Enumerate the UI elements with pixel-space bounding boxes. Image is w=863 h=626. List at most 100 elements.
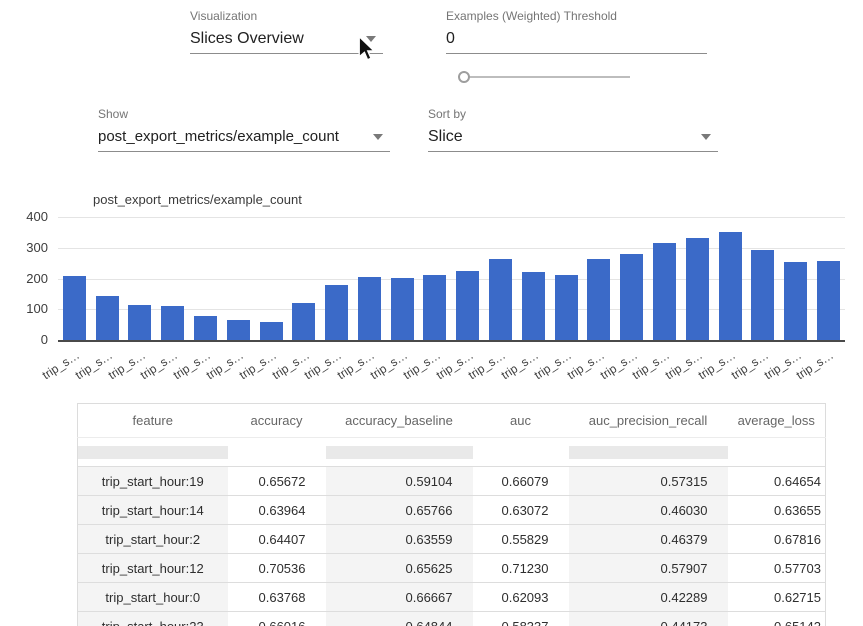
feature-cell: trip_start_hour:14 [78, 496, 228, 525]
chart-x-axis-labels: trip_s…trip_s…trip_s…trip_s…trip_s…trip_… [58, 345, 845, 393]
threshold-field: Examples (Weighted) Threshold 0 [446, 8, 707, 54]
y-tick-label: 200 [0, 271, 48, 287]
visualization-field: Visualization Slices Overview [190, 8, 383, 54]
column-header[interactable]: accuracy_baseline [326, 404, 473, 438]
threshold-slider[interactable] [464, 76, 630, 78]
y-tick-label: 300 [0, 240, 48, 256]
metric-cell: 0.57703 [728, 554, 826, 583]
show-label: Show [98, 106, 390, 122]
chevron-down-icon[interactable] [701, 134, 711, 140]
bar-chart [58, 217, 845, 340]
metric-cell: 0.63559 [326, 525, 473, 554]
bar[interactable] [194, 316, 217, 340]
sort-select[interactable]: Slice [428, 122, 718, 152]
table-row[interactable]: trip_start_hour:00.637680.666670.620930.… [78, 583, 826, 612]
metric-cell: 0.64654 [728, 467, 826, 496]
bar[interactable] [358, 277, 381, 340]
bar[interactable] [260, 322, 283, 340]
bar[interactable] [161, 306, 184, 340]
bar[interactable] [423, 275, 446, 340]
metric-cell: 0.62093 [473, 583, 569, 612]
metrics-table-wrap: featureaccuracyaccuracy_baselineaucauc_p… [77, 403, 825, 626]
metric-cell: 0.66016 [228, 612, 326, 626]
slicing-metrics-browser: Visualization Slices Overview Examples (… [0, 0, 863, 626]
bar[interactable] [128, 305, 151, 340]
bar[interactable] [391, 278, 414, 340]
show-select[interactable]: post_export_metrics/example_count [98, 122, 390, 152]
filter-cell [228, 438, 326, 467]
metric-cell: 0.55829 [473, 525, 569, 554]
metric-cell: 0.64844 [326, 612, 473, 626]
table-header-row: featureaccuracyaccuracy_baselineaucauc_p… [78, 404, 826, 438]
bar[interactable] [784, 262, 807, 340]
metric-cell: 0.63655 [728, 496, 826, 525]
bar[interactable] [686, 238, 709, 340]
bar[interactable] [817, 261, 840, 340]
chart-x-axis-line [58, 340, 845, 342]
bar[interactable] [620, 254, 643, 340]
table-row[interactable]: trip_start_hour:140.639640.657660.630720… [78, 496, 826, 525]
filter-cell [78, 438, 228, 467]
y-tick-label: 400 [0, 209, 48, 225]
y-tick-label: 0 [0, 332, 48, 348]
table-row[interactable]: trip_start_hour:120.705360.656250.712300… [78, 554, 826, 583]
column-header[interactable]: average_loss [728, 404, 826, 438]
bar[interactable] [325, 285, 348, 340]
metric-cell: 0.59104 [326, 467, 473, 496]
bar[interactable] [653, 243, 676, 340]
metric-cell: 0.65672 [228, 467, 326, 496]
metric-cell: 0.66667 [326, 583, 473, 612]
column-header[interactable]: feature [78, 404, 228, 438]
x-tick-label: trip_s… [40, 348, 82, 382]
metric-cell: 0.64407 [228, 525, 326, 554]
bar[interactable] [587, 259, 610, 340]
bar[interactable] [292, 303, 315, 340]
column-header[interactable]: auc_precision_recall [569, 404, 728, 438]
feature-cell: trip_start_hour:23 [78, 612, 228, 626]
bar[interactable] [522, 272, 545, 340]
bar[interactable] [751, 250, 774, 340]
bar[interactable] [456, 271, 479, 340]
sort-label: Sort by [428, 106, 718, 122]
bar[interactable] [555, 275, 578, 340]
chevron-down-icon[interactable] [373, 134, 383, 140]
metric-cell: 0.44173 [569, 612, 728, 626]
metric-cell: 0.62715 [728, 583, 826, 612]
table-row[interactable]: trip_start_hour:20.644070.635590.558290.… [78, 525, 826, 554]
table-row[interactable]: trip_start_hour:190.656720.591040.660790… [78, 467, 826, 496]
metric-cell: 0.66079 [473, 467, 569, 496]
slider-handle-icon[interactable] [458, 71, 470, 83]
filter-row [78, 438, 826, 467]
metric-cell: 0.65142 [728, 612, 826, 626]
metrics-table: featureaccuracyaccuracy_baselineaucauc_p… [77, 403, 826, 626]
visualization-label: Visualization [190, 8, 383, 24]
metric-cell: 0.46379 [569, 525, 728, 554]
metric-cell: 0.63072 [473, 496, 569, 525]
metric-cell: 0.58337 [473, 612, 569, 626]
threshold-input[interactable]: 0 [446, 24, 707, 54]
column-header[interactable]: auc [473, 404, 569, 438]
table-row[interactable]: trip_start_hour:230.660160.648440.583370… [78, 612, 826, 626]
metric-cell: 0.63768 [228, 583, 326, 612]
column-header[interactable]: accuracy [228, 404, 326, 438]
sort-value: Slice [428, 128, 463, 145]
bar[interactable] [227, 320, 250, 340]
bar[interactable] [96, 296, 119, 340]
metric-cell: 0.65625 [326, 554, 473, 583]
x-tick-slot: trip_s… [812, 345, 845, 393]
show-field: Show post_export_metrics/example_count [98, 106, 390, 152]
metric-cell: 0.63964 [228, 496, 326, 525]
show-value: post_export_metrics/example_count [98, 128, 339, 145]
filter-cell [569, 438, 728, 467]
bar[interactable] [719, 232, 742, 340]
legend-swatch [61, 196, 87, 207]
sort-field: Sort by Slice [428, 106, 718, 152]
visualization-select[interactable]: Slices Overview [190, 24, 383, 54]
metric-cell: 0.57907 [569, 554, 728, 583]
metric-cell: 0.67816 [728, 525, 826, 554]
bar[interactable] [489, 259, 512, 340]
bar[interactable] [63, 276, 86, 340]
mouse-cursor-icon [357, 36, 377, 62]
metric-cell: 0.71230 [473, 554, 569, 583]
feature-cell: trip_start_hour:12 [78, 554, 228, 583]
